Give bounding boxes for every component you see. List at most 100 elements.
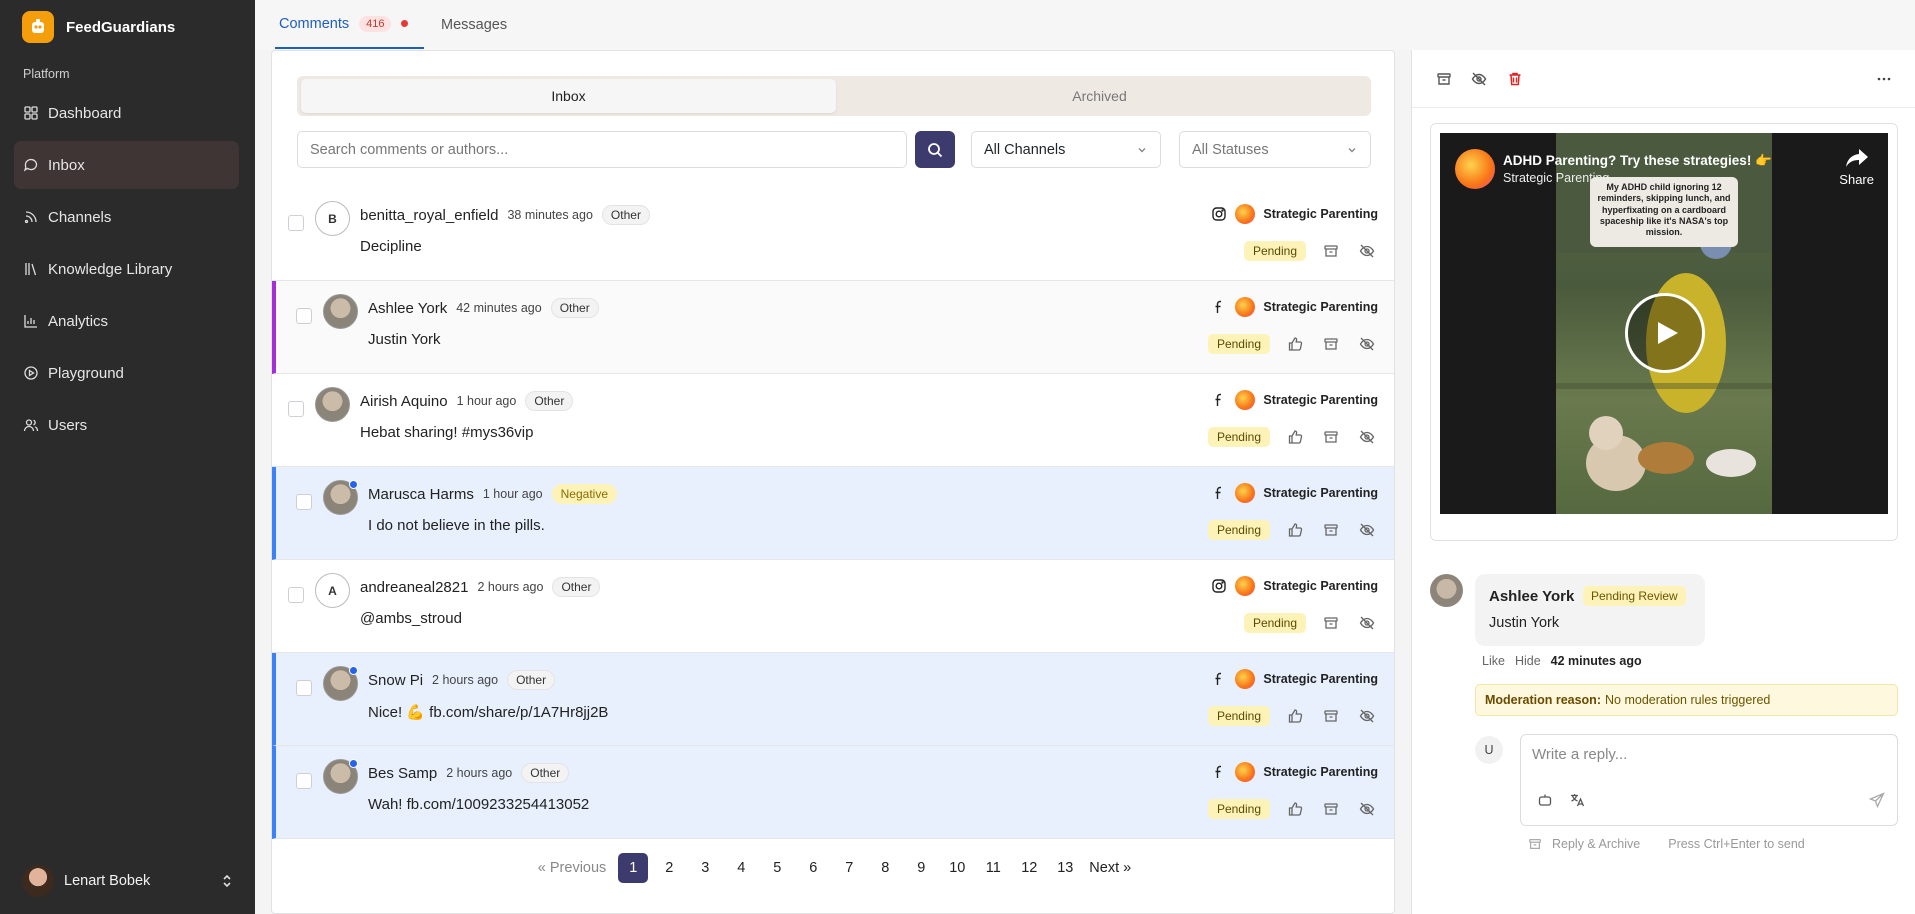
toggle-inbox[interactable]: Inbox <box>301 79 836 113</box>
comment-row[interactable]: Bbenitta_royal_enfield 38 minutes ago Othe… <box>272 188 1394 281</box>
hide-link[interactable]: Hide <box>1515 654 1541 668</box>
comment-author[interactable]: benitta_royal_enfield <box>360 207 498 224</box>
row-checkbox[interactable] <box>296 308 312 324</box>
hide-button[interactable] <box>1356 798 1378 820</box>
comment-time: 42 minutes ago <box>1550 654 1642 668</box>
page-3-button[interactable]: 3 <box>690 853 720 883</box>
comment-author[interactable]: Snow Pi <box>368 672 423 689</box>
send-button[interactable] <box>1867 790 1887 810</box>
video-player[interactable]: My ADHD child ignoring 12 reminders, ski… <box>1440 133 1888 514</box>
comment-row[interactable]: Marusca Harms 1 hour ago Negative I do not … <box>272 467 1394 560</box>
like-button[interactable] <box>1284 333 1306 355</box>
row-checkbox[interactable] <box>296 680 312 696</box>
toggle-archived[interactable]: Archived <box>832 79 1367 113</box>
sidebar-item-label: Channels <box>48 208 112 226</box>
archive-button[interactable] <box>1320 798 1342 820</box>
comment-author[interactable]: andreaneal2821 <box>360 579 468 596</box>
comment-row[interactable]: Aandreaneal2821 2 hours ago Other @ambs_str… <box>272 560 1394 653</box>
like-button[interactable] <box>1284 519 1306 541</box>
reply-archive-button[interactable]: Reply & Archive <box>1552 837 1640 851</box>
row-checkbox[interactable] <box>296 494 312 510</box>
comment-row[interactable]: Airish Aquino 1 hour ago Other Hebat sharin… <box>272 374 1394 467</box>
page-9-button[interactable]: 9 <box>906 853 936 883</box>
hide-button[interactable] <box>1356 519 1378 541</box>
channels-select[interactable]: All Channels <box>971 131 1161 168</box>
archive-button[interactable] <box>1320 705 1342 727</box>
search-input[interactable] <box>297 131 907 168</box>
page-4-button[interactable]: 4 <box>726 853 756 883</box>
brand[interactable]: FeedGuardians <box>22 11 175 43</box>
comment-author[interactable]: Marusca Harms <box>368 486 474 503</box>
comment-row[interactable]: Snow Pi 2 hours ago Other Nice! 💪 fb.com/sh… <box>272 653 1394 746</box>
page-7-button[interactable]: 7 <box>834 853 864 883</box>
sidebar-item-inbox[interactable]: Inbox <box>14 141 239 189</box>
comments-panel: Inbox Archived All Channels All Statuses… <box>271 50 1395 914</box>
page-5-button[interactable]: 5 <box>762 853 792 883</box>
page-8-button[interactable]: 8 <box>870 853 900 883</box>
hide-button[interactable] <box>1356 426 1378 448</box>
user-menu[interactable]: Lenart Bobek <box>22 865 234 897</box>
page-1-button[interactable]: 1 <box>618 853 649 883</box>
row-checkbox[interactable] <box>288 401 304 417</box>
page-6-button[interactable]: 6 <box>798 853 828 883</box>
previous-page-button[interactable]: « Previous <box>532 853 613 883</box>
hide-button[interactable] <box>1356 240 1378 262</box>
page-2-button[interactable]: 2 <box>654 853 684 883</box>
comment-text: Hebat sharing! #mys36vip <box>360 424 534 441</box>
comment-text: Decipline <box>360 238 422 255</box>
play-button[interactable] <box>1625 293 1705 373</box>
comment-author[interactable]: Airish Aquino <box>360 393 448 410</box>
search-button[interactable] <box>915 131 955 168</box>
like-link[interactable]: Like <box>1482 654 1505 668</box>
archive-button[interactable] <box>1320 426 1342 448</box>
pagination: « Previous 1 2 3 4 5 6 7 8 9 10 11 12 13 Next » <box>272 853 1394 883</box>
row-checkbox[interactable] <box>288 587 304 603</box>
avatar-initial: A <box>328 583 337 598</box>
comment-row[interactable]: Ashlee York 42 minutes ago Other Justin Yor… <box>272 281 1394 374</box>
tab-comments[interactable]: Comments 416 <box>275 0 425 49</box>
archive-button[interactable] <box>1320 240 1342 262</box>
archive-button[interactable] <box>1320 519 1342 541</box>
sidebar-item-channels[interactable]: Channels <box>14 193 239 241</box>
comment-row[interactable]: Bes Samp 2 hours ago Other Wah! fb.com/1009… <box>272 746 1394 839</box>
page-10-button[interactable]: 10 <box>942 853 972 883</box>
ai-reply-button[interactable] <box>1535 790 1555 810</box>
tab-messages[interactable]: Messages <box>441 0 507 49</box>
sidebar-item-playground[interactable]: Playground <box>14 349 239 397</box>
like-button[interactable] <box>1284 426 1306 448</box>
next-page-button[interactable]: Next » <box>1086 853 1134 883</box>
hide-button[interactable] <box>1356 705 1378 727</box>
archive-button[interactable] <box>1432 67 1456 91</box>
sidebar-item-dashboard[interactable]: Dashboard <box>14 89 239 137</box>
row-checkbox[interactable] <box>288 215 304 231</box>
chevron-down-icon <box>1348 147 1356 152</box>
comment-author[interactable]: Ashlee York <box>368 300 447 317</box>
delete-button[interactable] <box>1503 67 1527 91</box>
hide-button[interactable] <box>1356 612 1378 634</box>
hide-button[interactable] <box>1467 67 1491 91</box>
sidebar-item-knowledge-library[interactable]: Knowledge Library <box>14 245 239 293</box>
sidebar: FeedGuardians Platform Dashboard Inbox Cha… <box>0 0 255 914</box>
statuses-select[interactable]: All Statuses <box>1179 131 1371 168</box>
page-12-button[interactable]: 12 <box>1014 853 1044 883</box>
reply-input[interactable] <box>1532 746 1882 763</box>
comment-author[interactable]: Bes Samp <box>368 765 437 782</box>
archive-button[interactable] <box>1320 612 1342 634</box>
avatar <box>323 294 358 329</box>
page-13-button[interactable]: 13 <box>1050 853 1080 883</box>
translate-button[interactable] <box>1567 790 1587 810</box>
thumbs-up-icon <box>1288 337 1303 351</box>
row-checkbox[interactable] <box>296 773 312 789</box>
like-button[interactable] <box>1284 705 1306 727</box>
sidebar-item-users[interactable]: Users <box>14 401 239 449</box>
comment-text: Justin York <box>1489 615 1560 631</box>
sidebar-item-analytics[interactable]: Analytics <box>14 297 239 345</box>
status-badge: Pending <box>1243 241 1306 261</box>
row-actions: Pending <box>1243 240 1378 262</box>
share-button[interactable]: Share <box>1839 147 1874 187</box>
more-options-button[interactable] <box>1872 67 1896 91</box>
archive-button[interactable] <box>1320 333 1342 355</box>
like-button[interactable] <box>1284 798 1306 820</box>
page-11-button[interactable]: 11 <box>978 853 1008 883</box>
hide-button[interactable] <box>1356 333 1378 355</box>
